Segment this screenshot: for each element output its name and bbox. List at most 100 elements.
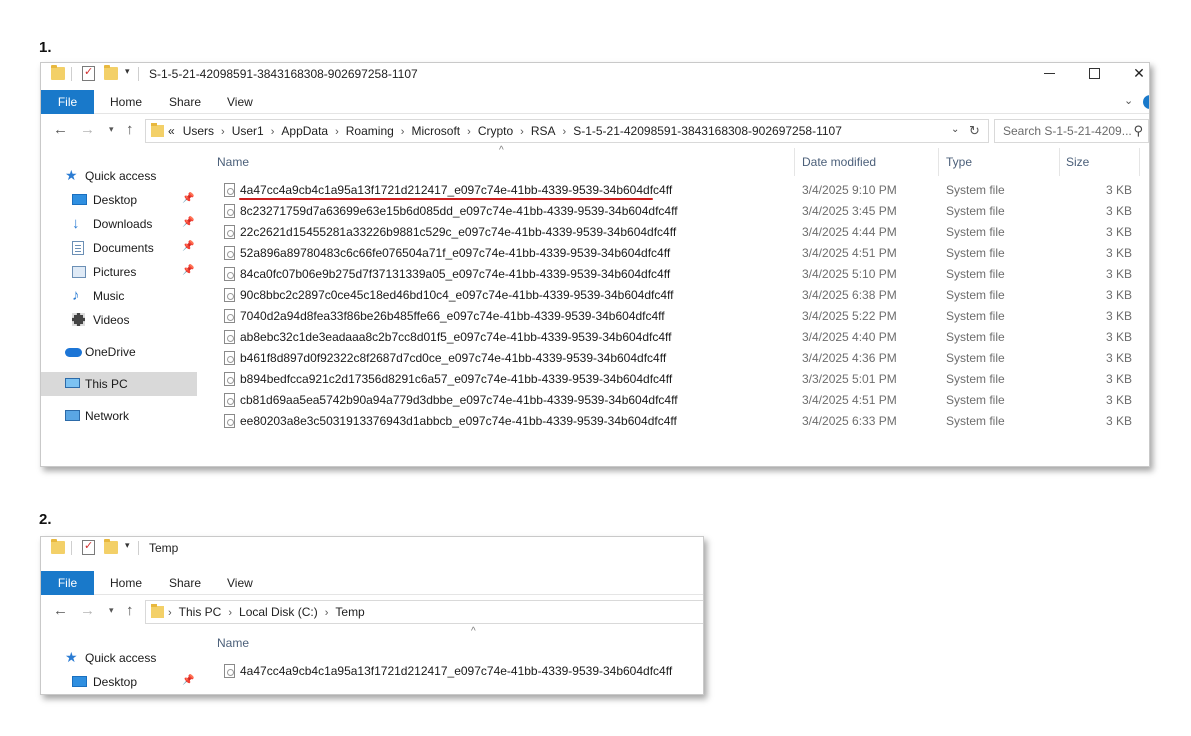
search-icon[interactable]: ⚲	[1133, 123, 1143, 139]
file-row[interactable]: b461f8d897d0f92322c8f2687d7cd0ce_e097c74…	[219, 348, 1139, 369]
recent-locations-icon[interactable]: ▾	[109, 605, 114, 616]
breadcrumb-item[interactable]: Local Disk (C:)	[239, 605, 318, 619]
chevron-right-icon[interactable]: ›	[335, 126, 339, 138]
forward-button[interactable]: →	[80, 122, 95, 138]
up-button[interactable]: ↑	[126, 603, 134, 619]
customize-quick-access-icon[interactable]: ▾	[125, 540, 130, 551]
column-name[interactable]: Name	[217, 155, 249, 169]
sidebar-item-videos[interactable]: Videos	[41, 308, 197, 332]
file-name[interactable]: 4a47cc4a9cb4c1a95a13f1721d212417_e097c74…	[240, 664, 672, 678]
column-divider[interactable]	[938, 148, 939, 176]
file-row[interactable]: 7040d2a94d8fea33f86be26b485ffe66_e097c74…	[219, 306, 1139, 327]
tab-file[interactable]: File	[41, 571, 94, 595]
file-name[interactable]: cb81d69aa5ea5742b90a94a779d3dbbe_e097c74…	[240, 393, 678, 407]
tab-home[interactable]: Home	[110, 90, 142, 114]
breadcrumb-item[interactable]: User1	[232, 124, 264, 138]
address-bar[interactable]: › This PC › Local Disk (C:) › Temp	[145, 600, 703, 624]
file-row[interactable]: 90c8bbc2c2897c0ce45c18ed46bd10c4_e097c74…	[219, 285, 1139, 306]
refresh-icon[interactable]: ↻	[969, 123, 980, 139]
pin-icon[interactable]: 📌	[182, 217, 194, 228]
chevron-right-icon[interactable]: ›	[271, 126, 275, 138]
file-row[interactable]: 22c2621d15455281a33226b9881c529c_e097c74…	[219, 222, 1139, 243]
breadcrumb-item[interactable]: RSA	[531, 124, 556, 138]
chevron-right-icon[interactable]: ›	[168, 607, 172, 619]
file-row[interactable]: cb81d69aa5ea5742b90a94a779d3dbbe_e097c74…	[219, 390, 1139, 411]
sidebar-item-desktop[interactable]: Desktop 📌	[41, 188, 197, 212]
breadcrumb-item[interactable]: AppData	[281, 124, 328, 138]
back-button[interactable]: ←	[53, 122, 68, 138]
column-divider[interactable]	[1059, 148, 1060, 176]
file-name[interactable]: 52a896a89780483c6c66fe076504a71f_e097c74…	[240, 246, 670, 260]
file-name[interactable]: b894bedfcca921c2d17356d8291c6a57_e097c74…	[240, 372, 672, 386]
tab-view[interactable]: View	[227, 571, 253, 595]
minimize-button[interactable]	[1026, 63, 1072, 85]
tab-share[interactable]: Share	[169, 571, 201, 595]
breadcrumb-overflow[interactable]: «	[168, 124, 175, 138]
file-row[interactable]: 84ca0fc07b06e9b275d7f37131339a05_e097c74…	[219, 264, 1139, 285]
breadcrumb-item[interactable]: S-1-5-21-42098591-3843168308-902697258-1…	[573, 124, 842, 138]
file-name[interactable]: 84ca0fc07b06e9b275d7f37131339a05_e097c74…	[240, 267, 670, 281]
column-name[interactable]: Name	[217, 636, 249, 650]
chevron-right-icon[interactable]: ›	[467, 126, 471, 138]
sidebar-item-this-pc[interactable]: This PC	[41, 372, 197, 396]
sidebar-item-documents[interactable]: Documents 📌	[41, 236, 197, 260]
file-row[interactable]: b894bedfcca921c2d17356d8291c6a57_e097c74…	[219, 369, 1139, 390]
expand-ribbon-icon[interactable]: ⌄	[1124, 94, 1133, 107]
file-row[interactable]: ee80203a8e3c5031913376943d1abbcb_e097c74…	[219, 411, 1139, 432]
properties-icon[interactable]	[82, 65, 95, 81]
help-icon[interactable]	[1143, 95, 1149, 109]
breadcrumb-item[interactable]: Users	[183, 124, 214, 138]
file-name[interactable]: 4a47cc4a9cb4c1a95a13f1721d212417_e097c74…	[240, 183, 672, 197]
up-button[interactable]: ↑	[126, 122, 134, 138]
forward-button[interactable]: →	[80, 603, 95, 619]
recent-locations-icon[interactable]: ▾	[109, 124, 114, 135]
breadcrumb-item[interactable]: Microsoft	[411, 124, 460, 138]
column-date-modified[interactable]: Date modified	[802, 155, 876, 169]
sidebar-item-music[interactable]: ♪ Music	[41, 284, 197, 308]
back-button[interactable]: ←	[53, 603, 68, 619]
close-button[interactable]: ✕	[1116, 63, 1149, 85]
tab-home[interactable]: Home	[110, 571, 142, 595]
sidebar-item-quick-access[interactable]: ★ Quick access	[41, 646, 197, 670]
file-name[interactable]: ee80203a8e3c5031913376943d1abbcb_e097c74…	[240, 414, 677, 428]
column-divider[interactable]	[1139, 148, 1140, 176]
new-folder-icon[interactable]	[104, 65, 118, 80]
sidebar-item-quick-access[interactable]: ★ Quick access	[41, 164, 197, 188]
new-folder-icon[interactable]	[104, 539, 118, 554]
column-divider[interactable]	[794, 148, 795, 176]
chevron-right-icon[interactable]: ›	[520, 126, 524, 138]
file-name[interactable]: 8c23271759d7a63699e63e15b6d085dd_e097c74…	[240, 204, 678, 218]
file-row[interactable]: ab8ebc32c1de3eadaaa8c2b7cc8d01f5_e097c74…	[219, 327, 1139, 348]
sidebar-item-network[interactable]: Network	[41, 404, 197, 428]
tab-file[interactable]: File	[41, 90, 94, 114]
search-input[interactable]: Search S-1-5-21-4209...	[1003, 124, 1132, 138]
chevron-right-icon[interactable]: ›	[325, 607, 329, 619]
address-history-icon[interactable]: ⌄	[951, 124, 959, 135]
pin-icon[interactable]: 📌	[182, 241, 194, 252]
file-name[interactable]: 22c2621d15455281a33226b9881c529c_e097c74…	[240, 225, 676, 239]
chevron-right-icon[interactable]: ›	[221, 126, 225, 138]
tab-share[interactable]: Share	[169, 90, 201, 114]
column-size[interactable]: Size	[1066, 155, 1089, 169]
sidebar-item-pictures[interactable]: Pictures 📌	[41, 260, 197, 284]
file-name[interactable]: 90c8bbc2c2897c0ce45c18ed46bd10c4_e097c74…	[240, 288, 673, 302]
breadcrumb-item[interactable]: Temp	[335, 605, 364, 619]
file-row[interactable]: 4a47cc4a9cb4c1a95a13f1721d212417_e097c74…	[219, 661, 689, 682]
search-box[interactable]: Search S-1-5-21-4209... ⚲	[994, 119, 1149, 143]
chevron-right-icon[interactable]: ›	[228, 607, 232, 619]
file-row[interactable]: 52a896a89780483c6c66fe076504a71f_e097c74…	[219, 243, 1139, 264]
file-row[interactable]: 8c23271759d7a63699e63e15b6d085dd_e097c74…	[219, 201, 1139, 222]
tab-view[interactable]: View	[227, 90, 253, 114]
address-bar[interactable]: « Users › User1 › AppData › Roaming › Microsoft › C…	[145, 119, 989, 143]
pin-icon[interactable]: 📌	[182, 675, 194, 686]
pin-icon[interactable]: 📌	[182, 193, 194, 204]
file-name[interactable]: b461f8d897d0f92322c8f2687d7cd0ce_e097c74…	[240, 351, 666, 365]
sidebar-item-onedrive[interactable]: OneDrive	[41, 340, 197, 364]
pin-icon[interactable]: 📌	[182, 265, 194, 276]
file-row[interactable]: 4a47cc4a9cb4c1a95a13f1721d212417_e097c74…	[219, 180, 1139, 201]
sidebar-item-downloads[interactable]: ↓ Downloads 📌	[41, 212, 197, 236]
maximize-button[interactable]	[1071, 63, 1117, 85]
breadcrumb-item[interactable]: Crypto	[478, 124, 513, 138]
file-name[interactable]: ab8ebc32c1de3eadaaa8c2b7cc8d01f5_e097c74…	[240, 330, 672, 344]
chevron-right-icon[interactable]: ›	[401, 126, 405, 138]
